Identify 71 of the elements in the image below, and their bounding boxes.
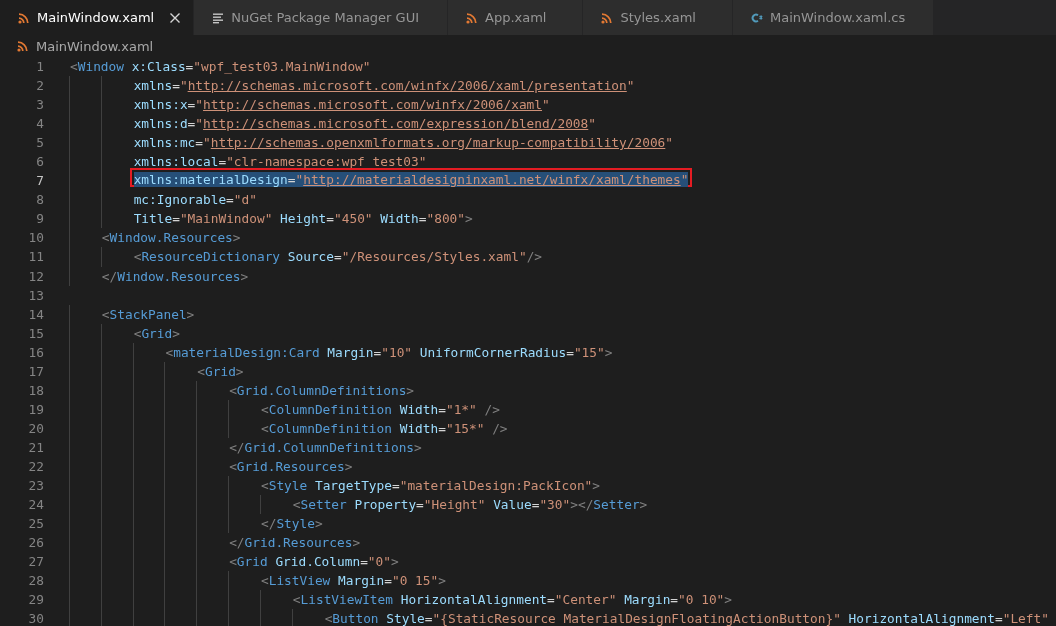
line-number: 5	[35, 134, 44, 153]
tab[interactable]: NuGet Package Manager GUI	[194, 0, 448, 35]
lines-icon	[212, 11, 225, 24]
rss-icon	[17, 40, 29, 52]
code-line: <ListViewItem HorizontalAlignment="Center" Margin="0 10">	[292, 591, 733, 610]
line-number: 9	[35, 210, 44, 229]
code-line: xmlns:d="http://schemas.microsoft.com/expression/blend/2008"	[133, 115, 596, 134]
line-number: 8	[35, 191, 44, 210]
line-number: 2	[35, 77, 44, 96]
line-number: 26	[27, 534, 44, 553]
code-line: <materialDesign:Card Margin="10" UniformCornerRadius="15">	[165, 343, 613, 362]
code-line: <Grid>	[197, 362, 244, 381]
code-line: xmlns:x="http://schemas.microsoft.com/winfx/2006/xaml"	[133, 96, 550, 115]
code-line: <Window x:Class="wpf_test03.MainWindow"	[70, 58, 371, 76]
tab[interactable]: MainWindow.xaml.cs	[732, 0, 935, 35]
line-number: 30	[27, 610, 44, 626]
code-line: <ColumnDefinition Width="15*" />	[260, 419, 508, 438]
code-line: <Button Style="{StaticResource MaterialDesignFloatingActionButton}" HorizontalAlignment="Left"	[324, 610, 1049, 626]
line-number: 29	[27, 591, 44, 610]
line-number: 10	[27, 229, 44, 248]
line-number: 19	[27, 400, 44, 419]
line-number: 17	[27, 362, 44, 381]
tab[interactable]: App.xaml	[448, 0, 584, 35]
line-number: 14	[27, 305, 44, 324]
line-number: 3	[35, 96, 44, 115]
code-line: <Grid>	[133, 324, 180, 343]
line-number: 1	[35, 58, 44, 76]
rss-icon	[601, 11, 614, 24]
code-line: <ColumnDefinition Width="1*" />	[260, 400, 500, 419]
code-line: <Grid Grid.Column="0">	[229, 553, 399, 572]
line-number: 12	[27, 267, 44, 286]
line-number: 16	[27, 343, 44, 362]
rss-icon	[18, 11, 30, 24]
code-line: xmlns:local="clr-namespace:wpf_test03"	[133, 153, 427, 172]
code-line: <ListView Margin="0 15">	[260, 572, 446, 591]
code-line: <Grid.Resources>	[229, 458, 353, 476]
code-line: <Grid.ColumnDefinitions>	[229, 381, 415, 400]
line-number: 24	[27, 496, 44, 515]
line-number: 15	[27, 324, 44, 343]
line-number: 18	[27, 381, 44, 400]
code-line: </Grid.Resources>	[229, 534, 361, 553]
line-number: 27	[27, 553, 44, 572]
tab[interactable]: MainWindow.xaml	[0, 0, 195, 35]
line-number: 25	[27, 515, 44, 534]
line-number: 11	[27, 248, 44, 267]
rss-icon	[466, 11, 478, 24]
code-line: Title="MainWindow" Height="450" Width="800">	[133, 210, 473, 229]
code-line: <StackPanel>	[101, 305, 195, 324]
code-line: <Setter Property="Height" Value="30"></Setter>	[292, 496, 648, 515]
line-number: 28	[27, 572, 44, 591]
c-sharp-icon	[750, 11, 763, 24]
close-icon[interactable]	[169, 11, 182, 24]
code-line: xmlns:mc="http://schemas.openxmlformats.org/markup-compatibility/2006"	[133, 134, 673, 153]
line-number: 6	[35, 153, 44, 172]
line-number: 23	[27, 477, 44, 496]
tab[interactable]: Styles.xaml	[583, 0, 733, 35]
line-number: 4	[35, 115, 44, 134]
line-number: 20	[27, 419, 44, 438]
code-line: <Window.Resources>	[101, 229, 241, 248]
line-number: 13	[27, 286, 44, 305]
code-line: </Style>	[260, 515, 323, 534]
code-line: xmlns="http://schemas.microsoft.com/winfx/2006/xaml/presentation"	[133, 77, 635, 96]
code-line: </Grid.ColumnDefinitions>	[229, 438, 422, 457]
code-line: <ResourceDictionary Source="/Resources/Styles.xaml"/>	[133, 248, 543, 267]
line-number: 7	[35, 172, 44, 191]
code-line: <Style TargetType="materialDesign:PackIcon">	[260, 477, 601, 496]
line-number: 21	[27, 438, 44, 457]
code-line: mc:Ignorable="d"	[133, 191, 257, 210]
code-line: </Window.Resources>	[101, 267, 249, 286]
line-number: 22	[27, 458, 44, 476]
breadcrumb-item[interactable]: MainWindow.xaml	[36, 38, 154, 54]
